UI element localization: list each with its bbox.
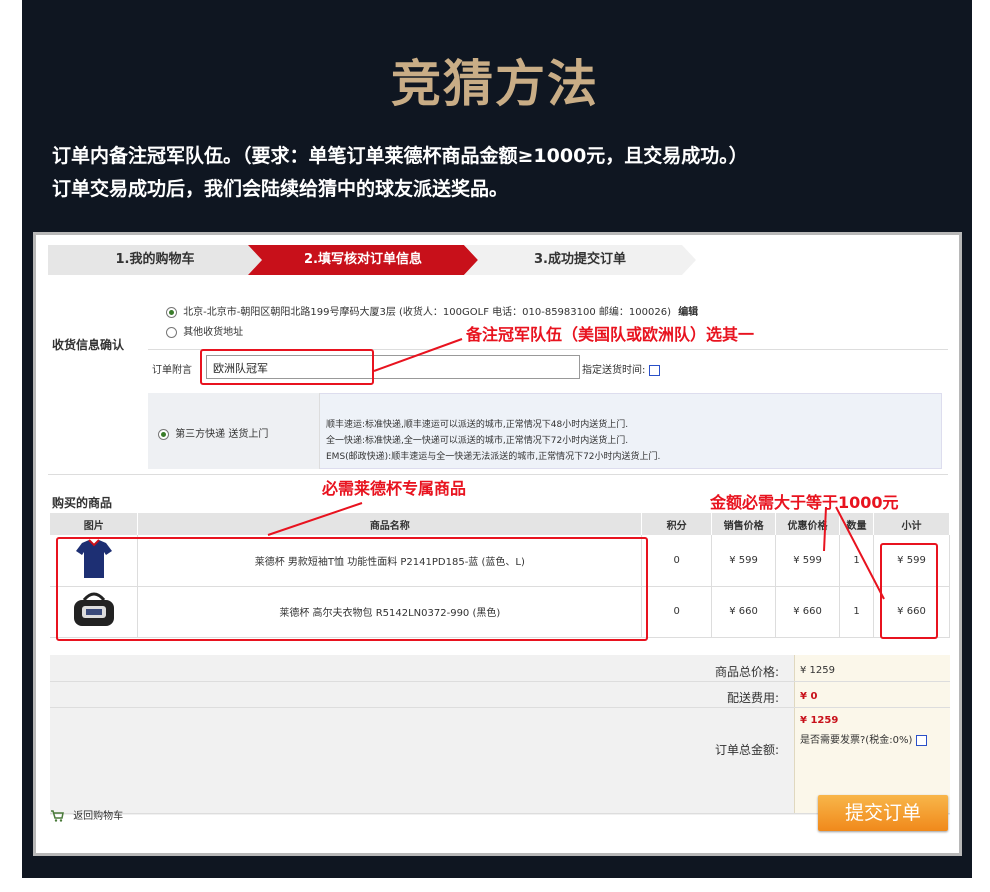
back-to-cart-label: 返回购物车 [73, 811, 124, 822]
header-points: 积分 [641, 513, 713, 535]
divider [50, 707, 950, 708]
goods-section-label: 购买的商品 [52, 496, 113, 510]
intro-line-1: 订单内备注冠军队伍。（要求：单笔订单莱德杯商品金额≥1000元，且交易成功。） [52, 145, 748, 167]
product-points: 0 [641, 586, 713, 638]
delivery-time-label: 指定送货时间: [582, 365, 646, 376]
subtotal-highlight-box [880, 543, 938, 639]
product-points: 0 [641, 535, 713, 587]
desc-quanyi: 全一快递:标准快递,全一快递可以派送的城市,正常情况下72小时内送货上门. [326, 436, 629, 446]
shipping-fee-value: ¥ 0 [800, 691, 818, 702]
header-qty: 数量 [839, 513, 874, 535]
goods-table-header: 图片 商品名称 积分 销售价格 优惠价格 数量 小计 [50, 513, 951, 535]
back-to-cart-link[interactable]: 返回购物车 [50, 807, 123, 822]
note-highlight-box [200, 349, 374, 385]
order-total-label: 订单总金额: [714, 743, 779, 757]
note-annotation: 备注冠军队伍（美国队或欧洲队）选其一 [466, 325, 755, 344]
divider [50, 681, 950, 682]
delivery-time-checkbox[interactable] [648, 364, 660, 376]
checkout-steps: 1.我的购物车 2.填写核对订单信息 3.成功提交订单 [48, 245, 696, 275]
step-cart[interactable]: 1.我的购物车 [48, 245, 262, 275]
step-submit: 3.成功提交订单 [464, 245, 696, 275]
delivery-method-desc: 顺丰速运:标准快递,顺丰速运可以派送的城市,正常情况下48小时内送货上门. 全一… [326, 417, 660, 465]
goods-annotation: 必需莱德杯专属商品 [322, 479, 467, 498]
header-image: 图片 [50, 513, 139, 535]
intro-line-2: 订单交易成功后，我们会陆续给猜中的球友派送奖品。 [52, 178, 509, 200]
divider [50, 813, 950, 814]
address-text: 北京-北京市-朝阳区朝阳北路199号摩码大厦3层 (收货人：100GOLF 电话… [183, 307, 671, 318]
header-price: 销售价格 [711, 513, 777, 535]
delivery-method-label: 第三方快递 送货上门 [175, 429, 269, 440]
step-fill-order: 2.填写核对订单信息 [248, 245, 478, 275]
amount-annotation: 金额必需大于等于1000元 [710, 493, 899, 512]
product-qty: 1 [839, 535, 874, 587]
goods-highlight-box [56, 537, 648, 641]
header-subtotal: 小计 [873, 513, 951, 535]
other-address-label: 其他收货地址 [183, 327, 244, 338]
goods-total-label: 商品总价格: [714, 665, 779, 679]
product-price: ¥ 660 [711, 586, 777, 638]
goods-total-value: ¥ 1259 [800, 665, 835, 676]
delivery-method-option[interactable]: 第三方快递 送货上门 [158, 425, 268, 440]
address-radio-selected[interactable] [166, 306, 177, 318]
cart-icon [51, 810, 64, 822]
page-title: 竞猜方法 [391, 54, 599, 113]
product-discount: ¥ 599 [775, 535, 841, 587]
order-total-value: ¥ 1259 [800, 715, 839, 726]
desc-ems: EMS(邮政快递):顺丰速运与全一快递无法派送的城市,正常情况下72小时内送货上… [326, 452, 661, 462]
intro-text: 订单内备注冠军队伍。（要求：单笔订单莱德杯商品金额≥1000元，且交易成功。） … [52, 140, 748, 206]
other-address-row[interactable]: 其他收货地址 [166, 323, 243, 338]
shipping-fee-label: 配送费用: [726, 691, 779, 705]
address-row[interactable]: 北京-北京市-朝阳区朝阳北路199号摩码大厦3层 (收货人：100GOLF 电话… [166, 303, 698, 318]
desc-sf: 顺丰速运:标准快递,顺丰速运可以派送的城市,正常情况下48小时内送货上门. [326, 420, 629, 430]
header-name: 商品名称 [137, 513, 643, 535]
header-discount: 优惠价格 [775, 513, 841, 535]
invoice-label: 是否需要发票?(税金:0%) [800, 735, 913, 746]
submit-order-button[interactable]: 提交订单 [818, 795, 948, 831]
note-label: 订单附言 [152, 365, 192, 376]
product-qty: 1 [839, 586, 874, 638]
product-discount: ¥ 660 [775, 586, 841, 638]
other-address-radio[interactable] [166, 326, 177, 338]
delivery-method-radio[interactable] [158, 428, 169, 440]
invoice-row[interactable]: 是否需要发票?(税金:0%) [800, 731, 927, 746]
product-price: ¥ 599 [711, 535, 777, 587]
shipping-section-label: 收货信息确认 [52, 338, 125, 352]
order-panel: 1.我的购物车 2.填写核对订单信息 3.成功提交订单 收货信息确认 北京-北京… [33, 232, 962, 856]
edit-address-link[interactable]: 编辑 [678, 307, 698, 318]
invoice-checkbox[interactable] [915, 734, 927, 746]
delivery-time-row[interactable]: 指定送货时间: [582, 361, 660, 376]
